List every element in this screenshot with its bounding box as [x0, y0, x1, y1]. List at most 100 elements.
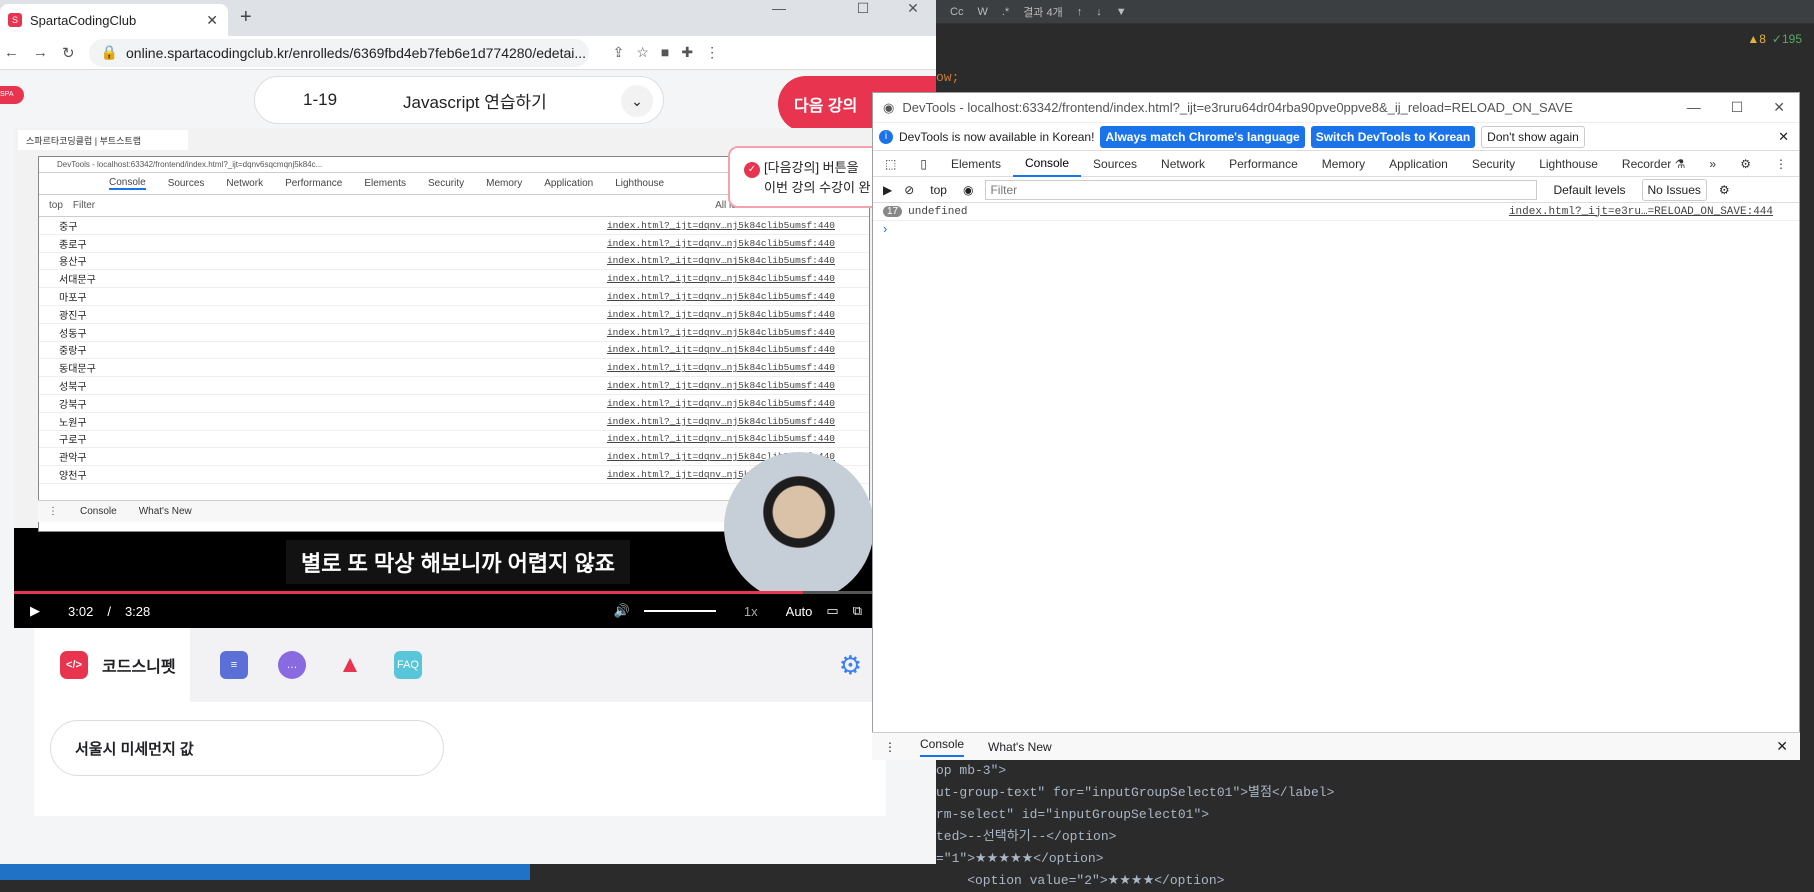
- inner-log-row: 강북구 index.html?_ijt=dqnv…nj5k84clib5umsf:…: [39, 395, 869, 413]
- inner-log-row: 종로구 index.html?_ijt=dqnv…nj5k84clib5umsf:…: [39, 235, 869, 253]
- tab-application[interactable]: Application: [1377, 151, 1460, 177]
- tab-security[interactable]: Security: [1460, 151, 1527, 177]
- close-button[interactable]: ✕: [890, 0, 936, 16]
- drawer-tab-whatsnew[interactable]: What's New: [988, 740, 1052, 754]
- arrow-up-icon[interactable]: ↑: [1077, 6, 1083, 18]
- close-tab-icon[interactable]: ✕: [206, 12, 218, 29]
- tab-performance[interactable]: Performance: [1217, 151, 1310, 177]
- clear-console-icon[interactable]: ⊘: [904, 183, 914, 197]
- menu-icon[interactable]: ⋮: [705, 44, 719, 61]
- warning-count: ▲8: [1747, 32, 1766, 46]
- inner-log-list: 중구 index.html?_ijt=dqnv…nj5k84clib5umsf:4…: [39, 217, 869, 484]
- faq-icon[interactable]: FAQ: [394, 651, 422, 679]
- check-icon: ✓: [744, 162, 760, 178]
- tab-sources[interactable]: Sources: [1081, 151, 1149, 177]
- browser-tab[interactable]: S SpartaCodingClub ✕: [0, 4, 228, 36]
- more-tabs-icon[interactable]: »: [1697, 151, 1728, 177]
- close-icon[interactable]: ✕: [1778, 129, 1789, 145]
- tab-recorder[interactable]: Recorder ⚗: [1610, 151, 1697, 177]
- code-line: ut-group-text" for="inputGroupSelect01">…: [936, 785, 1335, 800]
- chevron-down-icon[interactable]: ⌄: [621, 85, 653, 117]
- inspect-icon[interactable]: ⬚: [873, 151, 908, 177]
- devtools-titlebar: ◉ DevTools - localhost:63342/frontend/in…: [873, 93, 1799, 123]
- settings-gear-icon[interactable]: ⚙: [1728, 151, 1763, 177]
- levels-select[interactable]: Default levels: [1549, 183, 1629, 197]
- match-language-button[interactable]: Always match Chrome's language: [1100, 125, 1305, 148]
- console-settings-icon[interactable]: ⚙: [1719, 183, 1730, 197]
- inner-log-row: 관악구 index.html?_ijt=dqnv…nj5k84clib5umsf:…: [39, 448, 869, 467]
- maximize-button[interactable]: ☐: [840, 0, 886, 16]
- inner-tab-performance: Performance: [285, 178, 343, 189]
- eye-icon[interactable]: ◉: [963, 183, 973, 197]
- lecture-selector[interactable]: 1-19 Javascript 연습하기 ⌄: [254, 76, 664, 124]
- issues-button[interactable]: No Issues: [1641, 178, 1707, 201]
- info-text: DevTools is now available in Korean!: [899, 129, 1095, 144]
- ide-code-editor[interactable]: op mb-3"> ut-group-text" for="inputGroup…: [936, 760, 1636, 888]
- extension-icon[interactable]: ■: [661, 44, 669, 61]
- share-icon[interactable]: ⇪: [613, 44, 625, 61]
- star-icon[interactable]: ☆: [636, 44, 649, 61]
- quality-control[interactable]: Auto: [786, 604, 813, 619]
- regex-toggle[interactable]: .*: [1002, 6, 1009, 18]
- whole-word-toggle[interactable]: W: [977, 6, 987, 18]
- ide-inspections[interactable]: ▲8 ✓195: [1660, 24, 1814, 54]
- gear-icon[interactable]: ⚙: [839, 650, 862, 681]
- speed-control[interactable]: 1x: [744, 604, 758, 619]
- captions-icon[interactable]: ▭: [826, 603, 838, 619]
- console-filter-bar: ▶ ⊘ top ◉ Filter Default levels No Issue…: [873, 177, 1799, 203]
- filter-input[interactable]: Filter: [985, 179, 1538, 200]
- sidebar-toggle-icon[interactable]: ▶: [883, 183, 892, 197]
- match-case-toggle[interactable]: Cc: [950, 6, 963, 18]
- snippet-title-field[interactable]: 서울시 미세먼지 값: [50, 720, 444, 776]
- tab-lighthouse[interactable]: Lighthouse: [1527, 151, 1610, 177]
- arrow-down-icon[interactable]: ↓: [1096, 6, 1102, 18]
- filter-icon[interactable]: ▼: [1116, 6, 1127, 18]
- drawer-menu-icon[interactable]: ⋮: [884, 740, 896, 754]
- minimize-button[interactable]: —: [756, 0, 802, 16]
- tab-code-snippet[interactable]: </> 코드스니펫: [34, 628, 190, 702]
- reload-icon[interactable]: ↻: [62, 44, 75, 62]
- close-button[interactable]: ✕: [1773, 99, 1785, 116]
- log-source-link[interactable]: index.html?_ijt=e3ru…=RELOAD_ON_SAVE:444: [1509, 206, 1773, 218]
- switch-korean-button[interactable]: Switch DevTools to Korean: [1310, 125, 1476, 148]
- play-icon[interactable]: ▶: [30, 603, 40, 619]
- new-tab-button[interactable]: +: [240, 6, 252, 29]
- context-select[interactable]: top: [926, 183, 951, 197]
- devtools-window-buttons: — ☐ ✕: [1687, 99, 1799, 116]
- drawer-tab-console[interactable]: Console: [920, 737, 965, 757]
- close-drawer-icon[interactable]: ✕: [1776, 738, 1788, 755]
- chat-icon[interactable]: …: [278, 651, 306, 679]
- current-time: 3:02: [68, 603, 94, 619]
- inner-log-row: 노원구 index.html?_ijt=dqnv…nj5k84clib5umsf:…: [39, 413, 869, 431]
- warning-icon[interactable]: ▲: [336, 651, 364, 679]
- back-icon[interactable]: ←: [4, 44, 19, 61]
- tab-console[interactable]: Console: [1012, 151, 1082, 177]
- inner-log-text: 마포구: [59, 293, 87, 305]
- notes-icon[interactable]: ≡: [220, 651, 248, 679]
- info-icon: i: [879, 129, 893, 144]
- pip-icon[interactable]: ⧉: [853, 603, 862, 619]
- puzzle-icon[interactable]: ✚: [681, 44, 693, 61]
- volume-icon[interactable]: 🔊: [614, 603, 630, 619]
- inner-log-text: 중구: [59, 221, 78, 233]
- inner-log-row: 구로구 index.html?_ijt=dqnv…nj5k84clib5umsf:…: [39, 431, 869, 449]
- tab-elements[interactable]: Elements: [939, 151, 1013, 177]
- device-toggle-icon[interactable]: ▯: [908, 151, 939, 177]
- dont-show-button[interactable]: Don't show again: [1481, 125, 1585, 148]
- kebab-menu-icon[interactable]: ⋮: [1763, 151, 1799, 177]
- tab-memory[interactable]: Memory: [1310, 151, 1377, 177]
- sparta-logo[interactable]: SPA: [0, 86, 24, 104]
- console-prompt[interactable]: ›: [873, 221, 1799, 239]
- maximize-button[interactable]: ☐: [1731, 99, 1744, 116]
- lecture-number: 1-19: [303, 90, 338, 109]
- inner-log-source: index.html?_ijt=dqnv…nj5k84clib5umsf:440: [606, 255, 835, 267]
- inner-log-row: 광진구 index.html?_ijt=dqnv…nj5k84clib5umsf:…: [39, 306, 869, 324]
- tab-network[interactable]: Network: [1149, 151, 1217, 177]
- inner-tab-application: Application: [544, 178, 594, 189]
- volume-slider[interactable]: [643, 610, 716, 612]
- address-bar[interactable]: 🔒 online.spartacodingclub.kr/enrolleds/6…: [88, 38, 589, 67]
- log-value: undefined: [908, 205, 968, 218]
- navigation-bar: ← → ↻ 🔒 online.spartacodingclub.kr/enrol…: [0, 36, 936, 70]
- minimize-button[interactable]: —: [1687, 99, 1701, 116]
- forward-icon[interactable]: →: [33, 44, 48, 61]
